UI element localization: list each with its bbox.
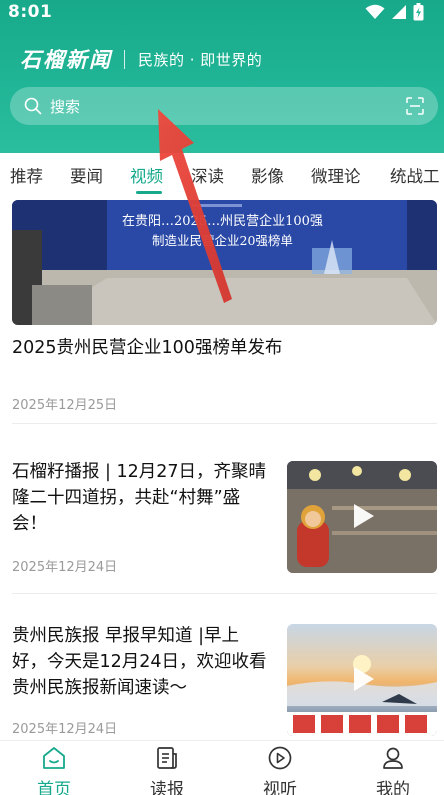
- news-item-title[interactable]: 贵州民族报 早报早知道 |早上好，今天是12月24日，欢迎收看贵州民族报新闻速读…: [12, 623, 270, 701]
- news-item-thumbnail[interactable]: [287, 461, 437, 573]
- tab-recommend[interactable]: 推荐: [10, 163, 43, 187]
- newspaper-icon: [157, 747, 177, 769]
- app-logo: 石榴新闻: [20, 47, 112, 72]
- feed-divider: [12, 423, 437, 424]
- app-header: 8:01 石榴新闻 民族的 · 即世界的 搜索: [0, 0, 444, 153]
- app-slogan: 民族的 · 即世界的: [138, 50, 263, 69]
- nav-home-label: 首页: [37, 780, 71, 795]
- battery-icon: [413, 3, 424, 21]
- hero-banner-text-1: 在贵阳…2025…州民营企业100强: [122, 214, 323, 229]
- search-bar[interactable]: 搜索: [10, 87, 438, 125]
- user-icon: [383, 747, 403, 769]
- hero-date: 2025年12月25日: [12, 398, 118, 413]
- feed-divider: [12, 593, 437, 594]
- hero-title[interactable]: 2025贵州民营企业100强榜单发布: [12, 334, 282, 359]
- nav-audio-video[interactable]: 视听: [240, 741, 320, 795]
- active-tab-indicator: [136, 191, 162, 194]
- status-time: 8:01: [8, 2, 53, 22]
- play-icon: [354, 667, 374, 691]
- status-icons: [365, 3, 424, 21]
- news-item-thumbnail[interactable]: [287, 624, 437, 736]
- status-bar: 8:01: [0, 0, 444, 26]
- search-icon: [24, 97, 42, 115]
- wifi-icon: [365, 4, 385, 19]
- tab-imagery[interactable]: 影像: [251, 163, 284, 187]
- tab-micro-theory[interactable]: 微理论: [311, 163, 361, 187]
- tab-united-front[interactable]: 统战工: [390, 163, 440, 187]
- news-item-date: 2025年12月24日: [12, 560, 118, 575]
- hero-video-thumbnail[interactable]: 在贵阳…2025…州民营企业100强 制造业民营企业20强榜单: [12, 200, 437, 325]
- brand-divider: [124, 49, 125, 69]
- tab-deep-read[interactable]: 深读: [191, 163, 224, 187]
- brand-bar: 石榴新闻 民族的 · 即世界的: [20, 44, 262, 74]
- nav-profile[interactable]: 我的: [353, 741, 433, 795]
- search-placeholder: 搜索: [50, 98, 81, 116]
- bottom-navigation: 首页 读报 视听 我的: [0, 740, 444, 795]
- nav-home[interactable]: 首页: [14, 741, 94, 795]
- nav-audio-video-label: 视听: [263, 780, 297, 795]
- news-feed[interactable]: 在贵阳…2025…州民营企业100强 制造业民营企业20强榜单 2025贵州民营…: [0, 197, 444, 740]
- news-item-date: 2025年12月24日: [12, 722, 118, 737]
- nav-newspaper-label: 读报: [150, 780, 184, 795]
- hero-banner-text-2: 制造业民营企业20强榜单: [152, 233, 293, 248]
- scan-icon[interactable]: [406, 97, 424, 115]
- nav-profile-label: 我的: [376, 780, 410, 795]
- nav-newspaper[interactable]: 读报: [127, 741, 207, 795]
- signal-icon: [392, 5, 406, 19]
- play-icon: [354, 504, 374, 528]
- news-item-title[interactable]: 石榴籽播报 | 12月27日，齐聚晴隆二十四道拐，共赴“村舞”盛会！: [12, 459, 270, 537]
- tab-headlines[interactable]: 要闻: [70, 163, 103, 187]
- channel-tabs: 推荐 要闻 视频 深读 影像 微理论 统战工: [0, 153, 444, 197]
- home-icon: [43, 747, 65, 769]
- tab-video[interactable]: 视频: [130, 163, 163, 187]
- play-circle-icon: [268, 746, 292, 770]
